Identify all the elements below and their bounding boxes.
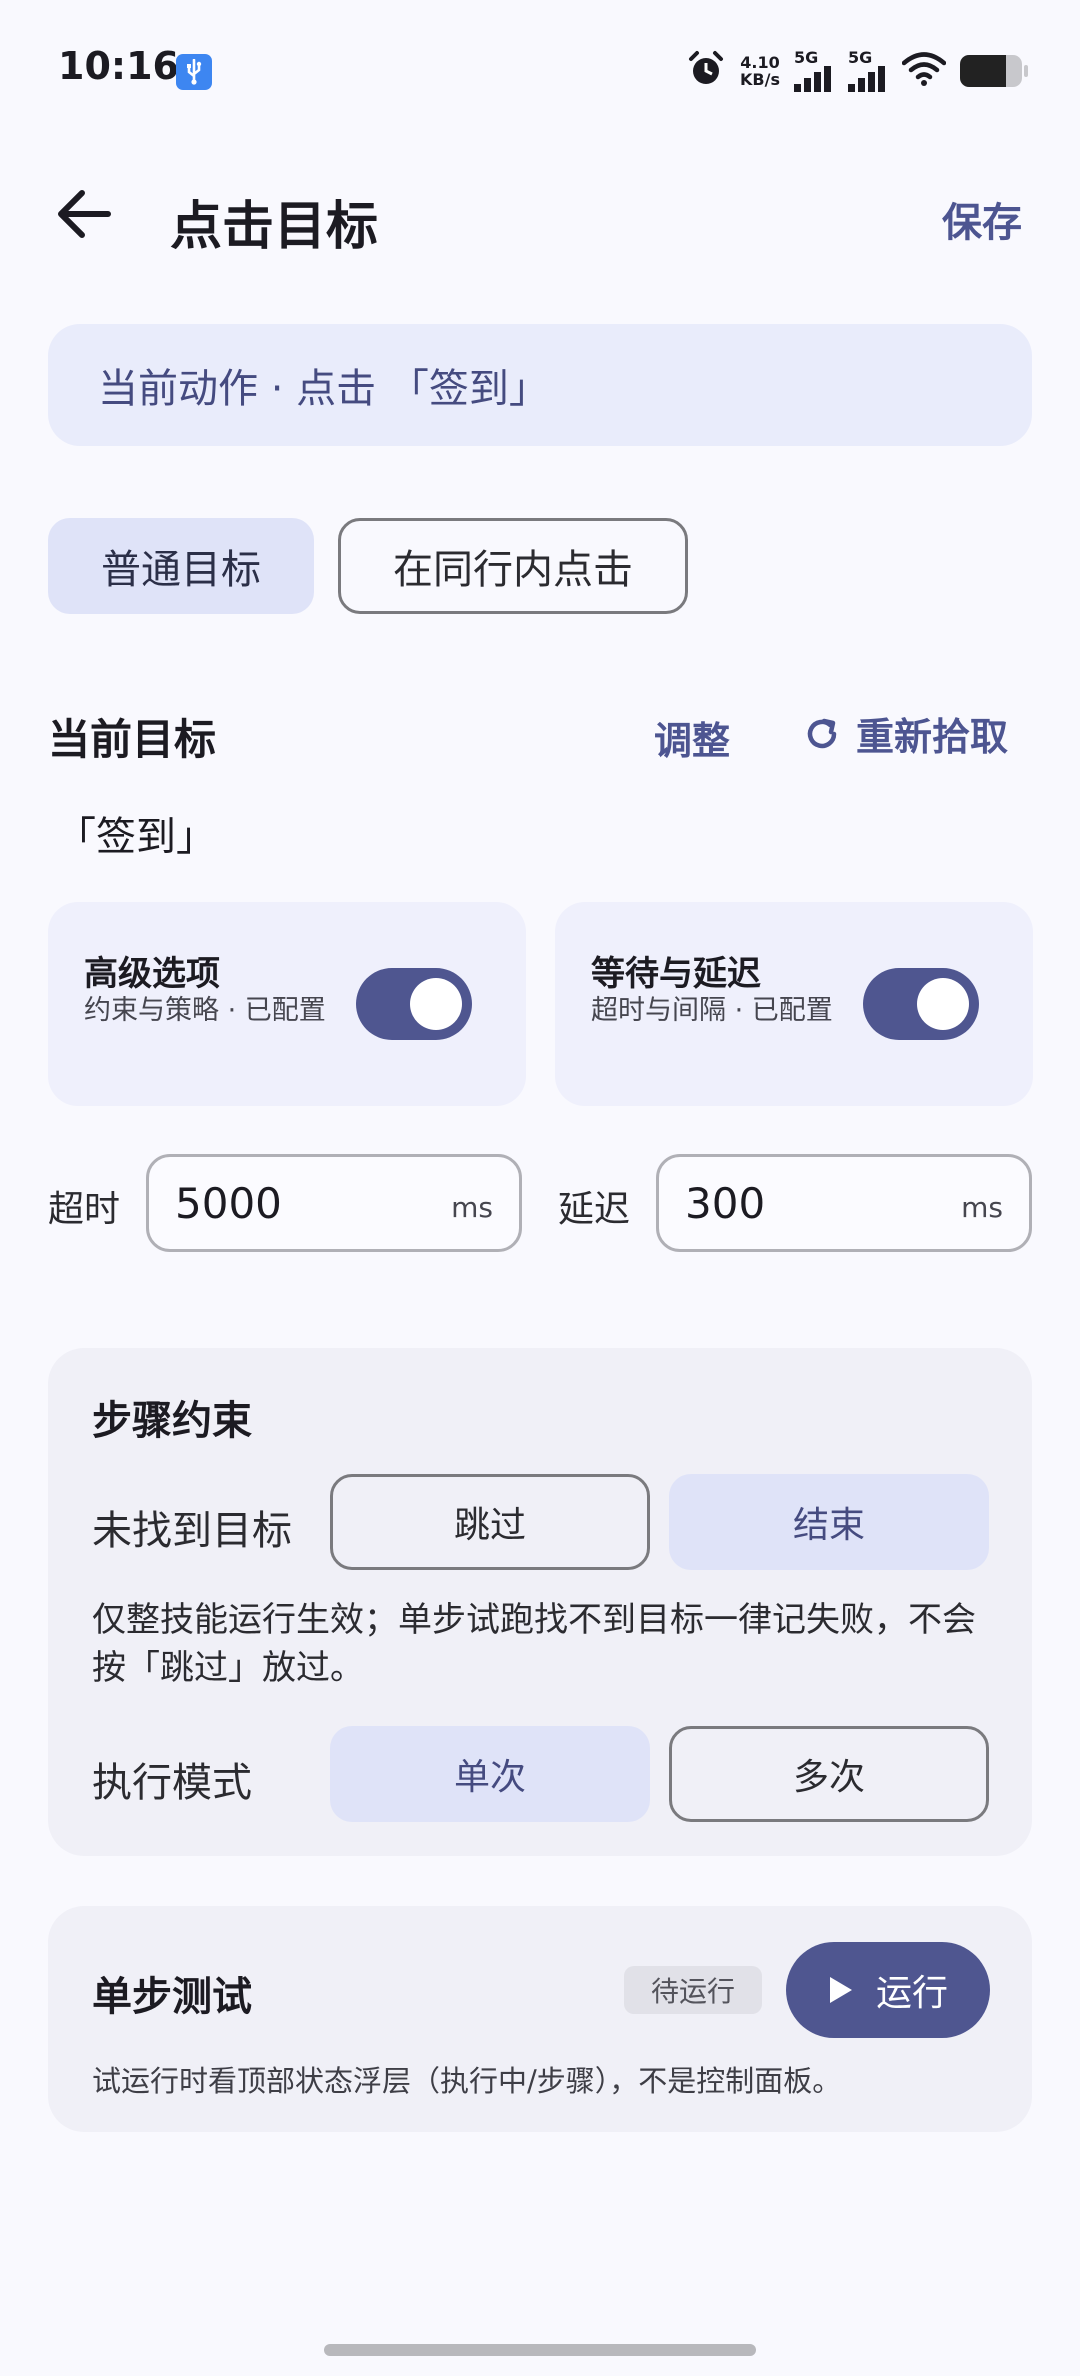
constraint-note: 仅整技能运行生效；单步试跑找不到目标一律记失败，不会按「跳过」放过。 (92, 1600, 976, 1688)
wait-delay-card[interactable]: 等待与延迟 超时与间隔 · 已配置 (555, 902, 1033, 1106)
signal-2-label: 5G (848, 48, 873, 67)
skip-option-button[interactable]: 跳过 (330, 1474, 650, 1570)
play-icon (829, 1977, 852, 2003)
current-target-title: 当前目标 (48, 715, 217, 764)
not-found-label: 未找到目标 (92, 1508, 292, 1554)
net-speed: 4.10 KB/s (740, 54, 780, 88)
current-target-value: 「签到」 (56, 814, 216, 860)
back-button[interactable] (48, 178, 120, 250)
multi-mode-button[interactable]: 多次 (669, 1726, 989, 1822)
home-indicator[interactable] (324, 2344, 756, 2356)
run-label: 运行 (875, 1973, 948, 2014)
delay-unit: ms (961, 1191, 1003, 1224)
save-button[interactable]: 保存 (942, 190, 1022, 248)
advanced-options-subtitle: 约束与策略 · 已配置 (84, 995, 326, 1026)
timeout-label: 超时 (48, 1189, 121, 1230)
chip-normal-target[interactable]: 普通目标 (48, 518, 314, 614)
repick-label: 重新拾取 (856, 715, 1009, 759)
signal-1-label: 5G (794, 48, 819, 67)
timeout-unit: ms (451, 1191, 493, 1224)
test-note: 试运行时看顶部状态浮层（执行中/步骤），不是控制面板。 (92, 2064, 842, 2098)
advanced-options-card[interactable]: 高级选项 约束与策略 · 已配置 (48, 902, 526, 1106)
adjust-button[interactable]: 调整 (654, 710, 730, 765)
wait-delay-subtitle: 超时与间隔 · 已配置 (591, 995, 833, 1026)
chip-click-in-row[interactable]: 在同行内点击 (338, 518, 688, 614)
delay-value: 300 (685, 1179, 766, 1228)
run-button[interactable]: 运行 (786, 1942, 990, 2038)
status-time: 10:16 (58, 44, 179, 88)
signal-bars-icon (794, 66, 831, 92)
net-speed-value: 4.10 (740, 53, 780, 72)
usb-icon (176, 54, 212, 90)
end-option-button[interactable]: 结束 (669, 1474, 989, 1570)
signal-1: 5G (794, 50, 834, 92)
net-speed-unit: KB/s (740, 70, 780, 89)
signal-2: 5G (848, 50, 888, 92)
single-mode-button[interactable]: 单次 (330, 1726, 650, 1822)
exec-mode-label: 执行模式 (92, 1760, 252, 1806)
status-badge: 待运行 (624, 1966, 762, 2014)
status-icons: 4.10 KB/s 5G 5G (686, 48, 1028, 94)
timeout-field[interactable]: 5000 ms (146, 1154, 522, 1252)
timeout-value: 5000 (175, 1179, 282, 1228)
battery-icon (960, 55, 1028, 87)
refresh-icon (807, 718, 837, 748)
current-action-banner: 当前动作 · 点击 「签到」 (48, 324, 1032, 446)
delay-label: 延迟 (558, 1189, 631, 1230)
signal-bars-icon (848, 66, 885, 92)
wait-delay-title: 等待与延迟 (591, 954, 761, 994)
step-constraints-title: 步骤约束 (92, 1398, 252, 1444)
single-step-test-title: 单步测试 (92, 1974, 252, 2020)
page-title: 点击目标 (170, 197, 379, 257)
arrow-left-icon (58, 190, 111, 238)
wait-delay-toggle[interactable] (863, 968, 979, 1040)
delay-field[interactable]: 300 ms (656, 1154, 1032, 1252)
wifi-icon (901, 52, 947, 90)
repick-button[interactable]: 重新拾取 (804, 706, 1008, 761)
advanced-options-toggle[interactable] (356, 968, 472, 1040)
alarm-icon (686, 49, 726, 93)
advanced-options-title: 高级选项 (84, 954, 220, 994)
